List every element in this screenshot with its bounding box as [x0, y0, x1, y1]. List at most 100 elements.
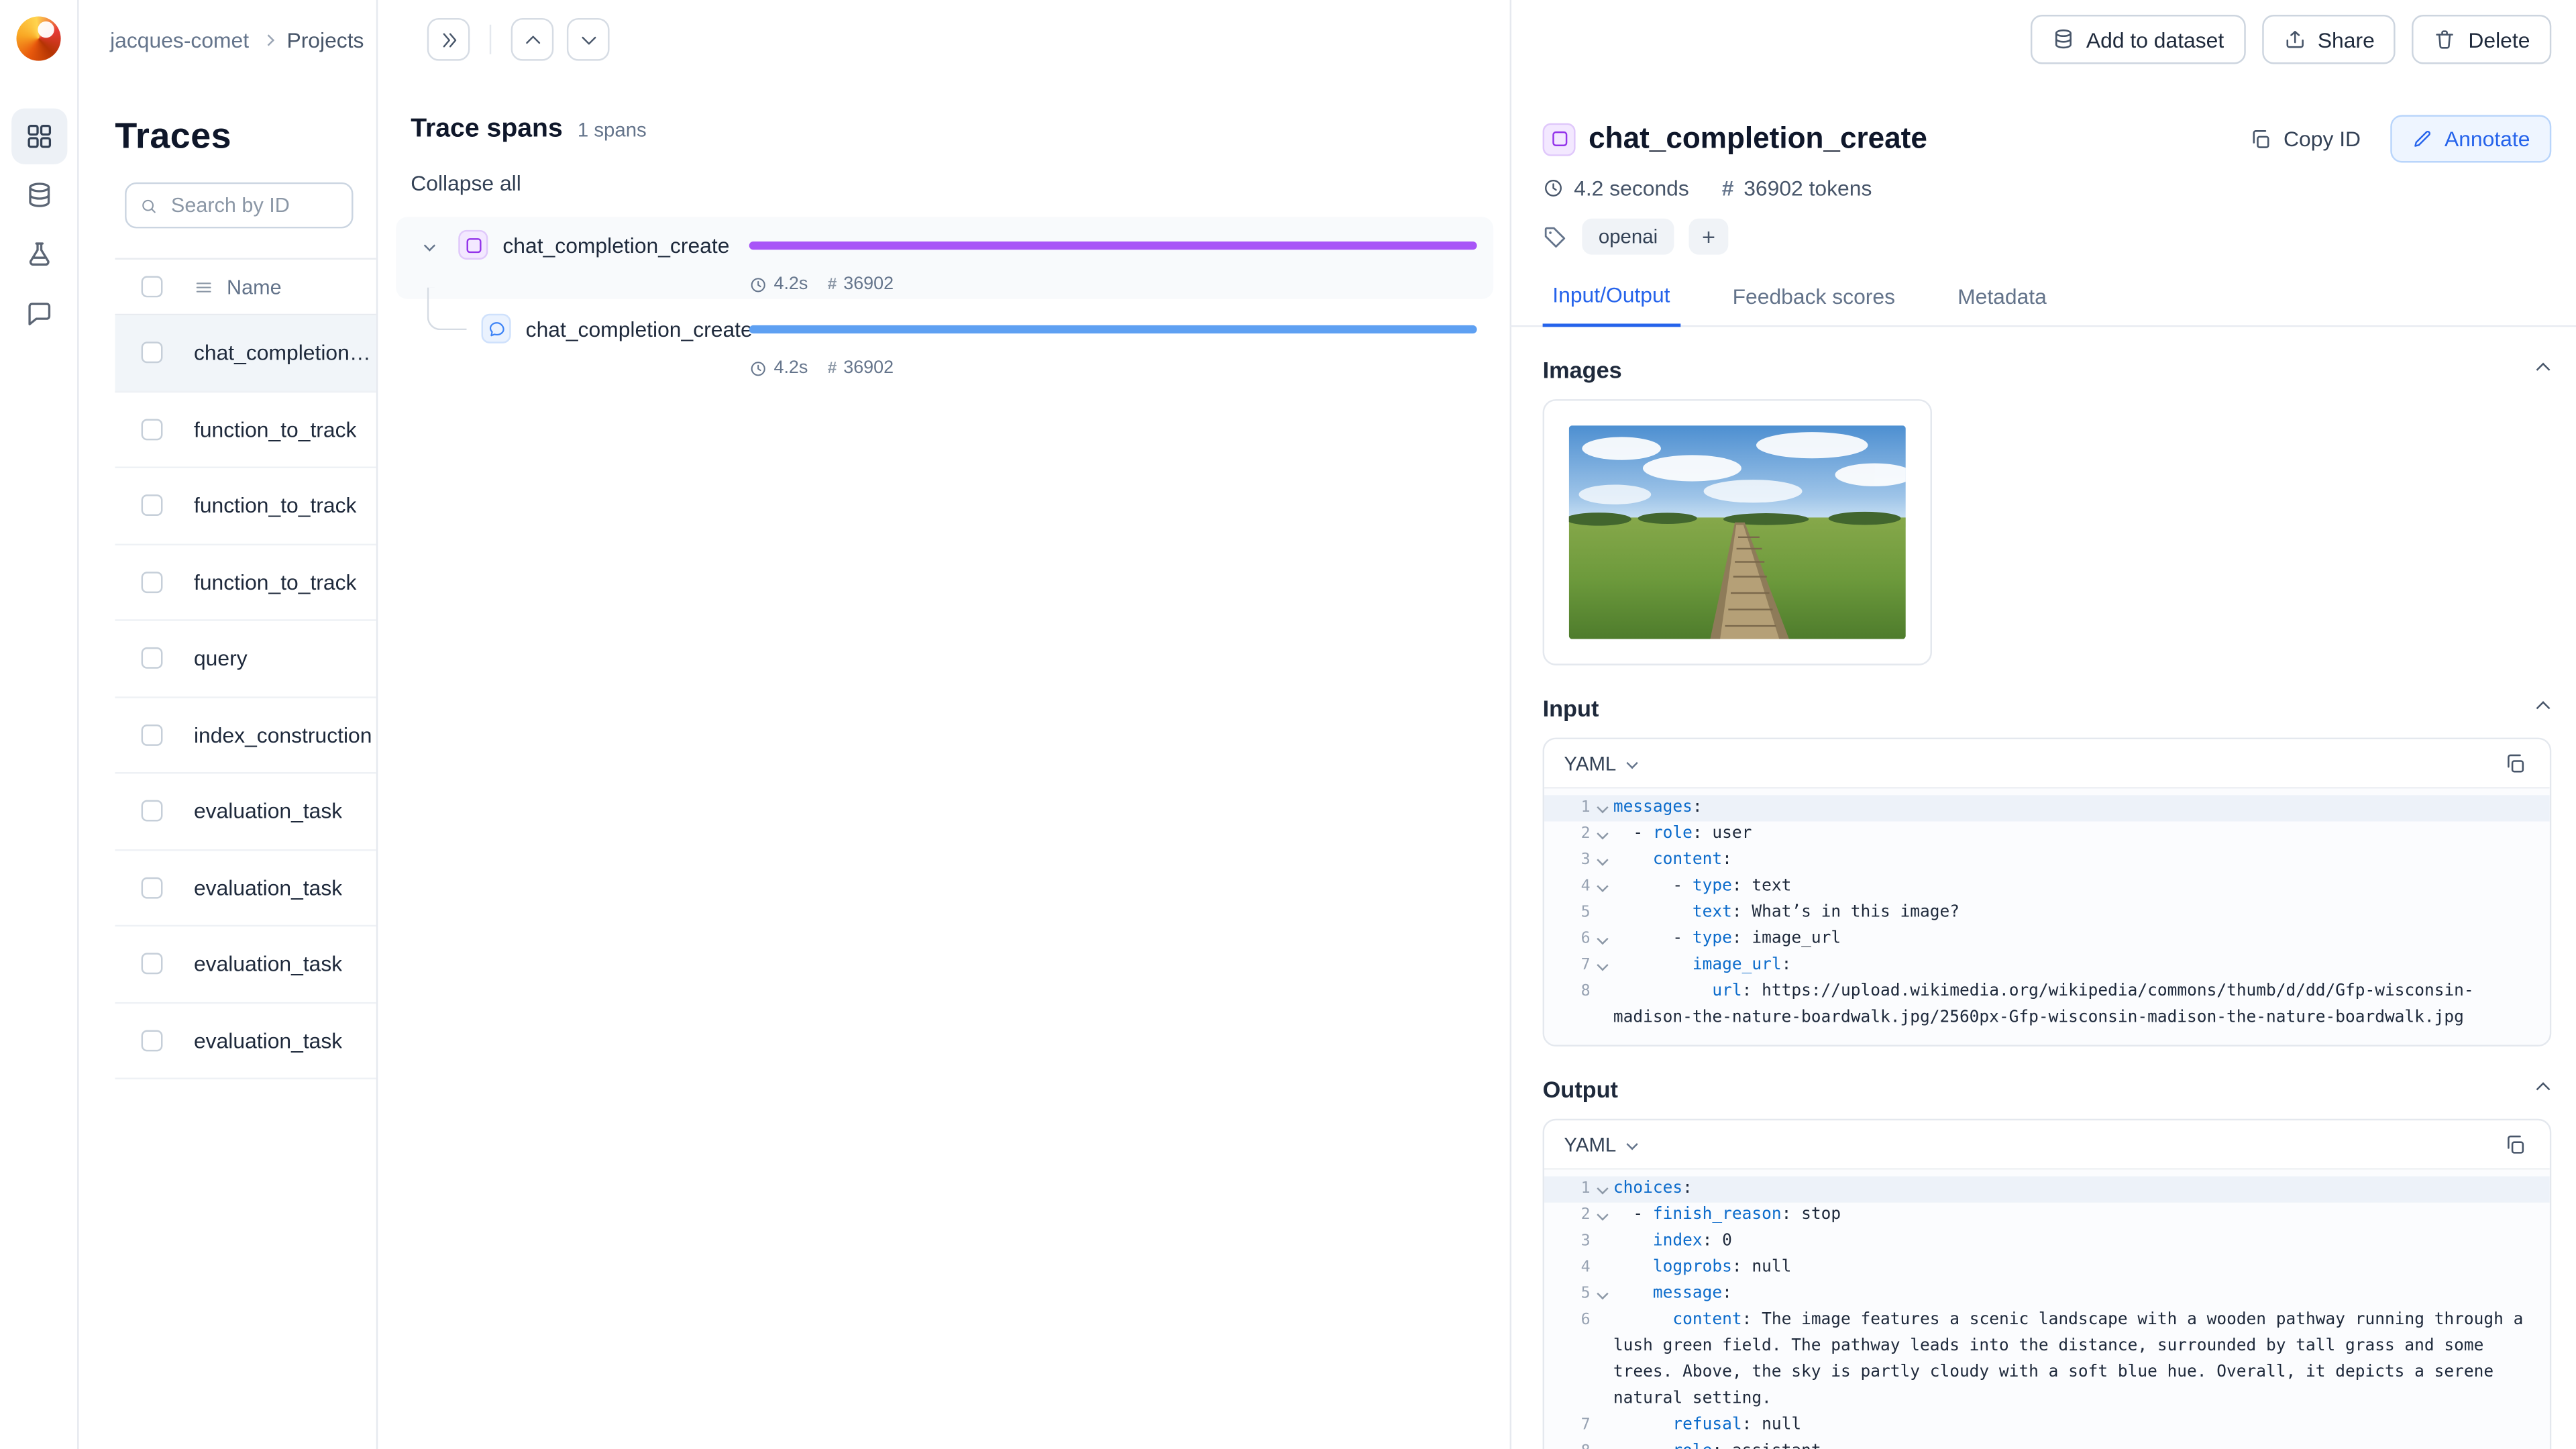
- breadcrumb-projects[interactable]: Projects: [286, 27, 364, 52]
- format-select[interactable]: YAML: [1564, 1133, 1638, 1156]
- trace-name-label: chat_completion_...: [193, 340, 376, 366]
- tag-icon: [1544, 226, 1566, 247]
- span-row-child[interactable]: chat_completion_create 4.2s # 36902: [376, 287, 1510, 385]
- select-all-checkbox[interactable]: [141, 276, 163, 298]
- search-input[interactable]: [168, 192, 339, 219]
- trace-row[interactable]: evaluation_task: [115, 850, 376, 927]
- line-number: 4: [1580, 877, 1591, 896]
- column-header-name[interactable]: Name: [227, 275, 282, 298]
- next-trace-button[interactable]: [566, 17, 610, 61]
- trace-row[interactable]: evaluation_task: [115, 926, 376, 1004]
- breadcrumb-workspace[interactable]: jacques-comet: [110, 27, 249, 52]
- tab-input-output[interactable]: Input/Output: [1542, 281, 1680, 327]
- collapse-section-button[interactable]: [2535, 1081, 2551, 1097]
- row-checkbox[interactable]: [141, 724, 163, 746]
- fold-toggle-icon[interactable]: [1591, 1176, 1613, 1202]
- fold-toggle-icon[interactable]: [1591, 848, 1613, 874]
- tab-feedback-scores[interactable]: Feedback scores: [1723, 281, 1905, 325]
- rail-nav: [10, 108, 67, 342]
- row-checkbox[interactable]: [141, 418, 163, 440]
- fold-toggle-icon[interactable]: [1591, 821, 1613, 847]
- app-root: jacques-comet Projects Add to dataset Sh…: [0, 0, 2576, 1449]
- sidebar-item-feedback[interactable]: [11, 286, 66, 341]
- annotate-button[interactable]: Annotate: [2390, 115, 2552, 163]
- pencil-icon: [2414, 130, 2430, 147]
- sidebar-item-projects[interactable]: [10, 108, 67, 164]
- detail-header: chat_completion_create Copy ID Annotate: [1542, 115, 2552, 163]
- collapse-sidebar-button[interactable]: [427, 17, 470, 61]
- row-checkbox[interactable]: [141, 1029, 163, 1051]
- detail-meta: 4.2 seconds # 36902 tokens: [1543, 176, 2552, 201]
- trace-name-label: function_to_track: [193, 493, 357, 519]
- tag-openai[interactable]: openai: [1582, 218, 1674, 255]
- trace-name-label: evaluation_task: [193, 951, 343, 977]
- search-icon: [142, 199, 156, 213]
- trace-row[interactable]: chat_completion_...: [115, 315, 376, 392]
- llm-span-icon: [458, 229, 488, 260]
- input-code-card: YAML 1 messages: 2 - role: user 3 content: 4…: [1542, 737, 2552, 1047]
- fold-toggle-icon[interactable]: [1591, 953, 1613, 979]
- input-section-title: Input: [1542, 694, 1599, 722]
- trace-row[interactable]: index_construction: [115, 698, 376, 774]
- row-checkbox[interactable]: [141, 953, 163, 975]
- comet-logo-icon[interactable]: [16, 16, 61, 61]
- panel-controls: [427, 17, 610, 61]
- trace-image-thumbnail[interactable]: [1568, 425, 1906, 639]
- sidebar-item-experiments[interactable]: [11, 227, 66, 282]
- code-text: - type: image_url: [1613, 930, 1841, 949]
- row-checkbox[interactable]: [141, 342, 163, 364]
- trace-row[interactable]: function_to_track: [115, 468, 376, 545]
- share-button[interactable]: Share: [2261, 15, 2396, 64]
- collapse-span-icon[interactable]: [419, 239, 438, 251]
- format-select[interactable]: YAML: [1564, 751, 1638, 775]
- line-number: 6: [1580, 930, 1591, 949]
- column-menu-icon[interactable]: [194, 277, 213, 297]
- row-checkbox[interactable]: [141, 647, 163, 669]
- copy-code-button[interactable]: [2500, 1130, 2530, 1159]
- trace-row[interactable]: evaluation_task: [115, 1003, 376, 1079]
- code-toolbar: YAML: [1544, 1120, 2550, 1170]
- add-tag-button[interactable]: +: [1688, 218, 1729, 255]
- add-to-dataset-button[interactable]: Add to dataset: [2030, 15, 2246, 64]
- line-number: 8: [1580, 982, 1591, 1001]
- row-checkbox[interactable]: [141, 571, 163, 593]
- fold-toggle-icon[interactable]: [1591, 795, 1613, 821]
- code-text: index: 0: [1652, 1232, 1732, 1250]
- double-chevron-right-icon: [442, 32, 456, 47]
- collapse-section-button[interactable]: [2535, 700, 2551, 716]
- trace-row[interactable]: function_to_track: [115, 392, 376, 468]
- trace-row[interactable]: query: [115, 621, 376, 698]
- row-checkbox[interactable]: [141, 494, 163, 517]
- sidebar-item-datasets[interactable]: [11, 168, 66, 223]
- span-stats: 4.2s # 36902: [749, 352, 1510, 384]
- trace-row[interactable]: evaluation_task: [115, 773, 376, 851]
- row-checkbox[interactable]: [141, 800, 163, 822]
- fold-toggle-icon[interactable]: [1591, 1203, 1613, 1229]
- chat-span-icon: [481, 313, 511, 343]
- collapse-section-button[interactable]: [2535, 362, 2551, 378]
- span-duration-bar[interactable]: [749, 240, 1477, 250]
- span-duration-bar[interactable]: [749, 324, 1477, 333]
- fold-toggle-icon[interactable]: [1591, 874, 1613, 900]
- tab-metadata[interactable]: Metadata: [1947, 281, 2056, 325]
- trace-row[interactable]: function_to_track: [115, 545, 376, 621]
- collapse-all-button[interactable]: Collapse all: [411, 171, 521, 196]
- fold-toggle-icon[interactable]: [1591, 1281, 1613, 1307]
- code-line: 2 - role: user: [1544, 821, 2550, 847]
- row-checkbox[interactable]: [141, 877, 163, 898]
- copy-icon: [2508, 753, 2524, 772]
- previous-trace-button[interactable]: [511, 17, 554, 61]
- copy-code-button[interactable]: [2500, 749, 2530, 778]
- code-text: - role: user: [1613, 824, 1752, 843]
- copy-id-button[interactable]: Copy ID: [2233, 117, 2377, 161]
- fold-toggle-icon[interactable]: [1591, 926, 1613, 953]
- line-number: 2: [1580, 824, 1591, 843]
- delete-button[interactable]: Delete: [2412, 15, 2552, 64]
- code-text: messages:: [1613, 798, 1703, 817]
- share-label: Share: [2317, 27, 2375, 52]
- line-number: 1: [1580, 1179, 1591, 1198]
- trace-name-label: evaluation_task: [193, 798, 343, 824]
- span-row-parent[interactable]: chat_completion_create 4.2s # 36902: [376, 217, 1510, 301]
